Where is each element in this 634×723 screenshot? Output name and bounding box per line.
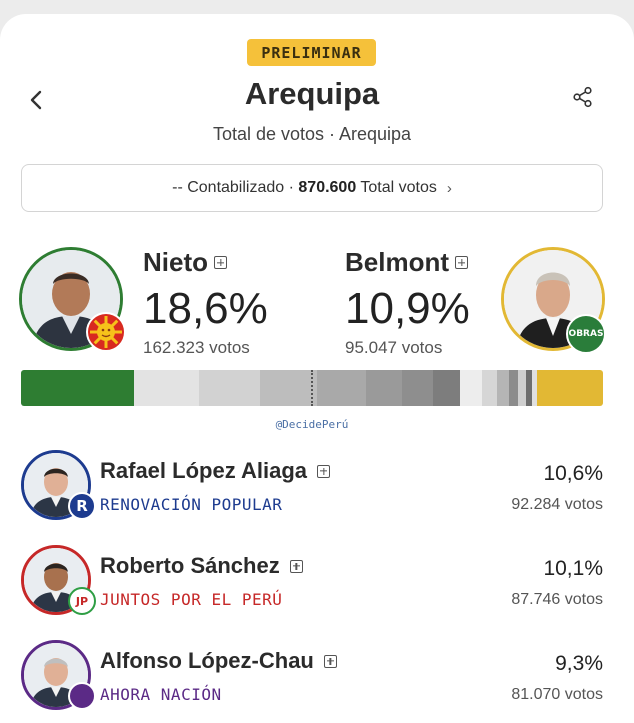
vote-bar-segment	[198, 370, 261, 406]
share-icon	[573, 86, 592, 108]
results-card	[0, 14, 634, 723]
sun-logo-icon	[86, 312, 126, 352]
party-logo	[68, 682, 96, 710]
obras-logo: OBRAS	[566, 314, 606, 354]
vote-bar-segment	[481, 370, 497, 406]
party-logo: R	[68, 492, 96, 520]
count-suffix: Total votos	[356, 179, 437, 196]
leader-name-nieto[interactable]: Nieto	[143, 247, 227, 278]
vote-bar-segment	[134, 370, 199, 406]
party-logo: JP	[68, 587, 96, 615]
candidate-party: RENOVACIÓN POPULAR	[100, 495, 283, 514]
candidate-pct: 10,1%	[543, 557, 603, 580]
watermark: @DecidePerú	[275, 418, 349, 431]
vote-bar-segment	[260, 370, 318, 406]
leader-pct-belmont: 10,9%	[345, 284, 470, 333]
preliminary-badge: PRELIMINAR	[247, 39, 376, 66]
vote-bar-segment	[460, 370, 482, 406]
candidate-votes: 81.070 votos	[511, 686, 603, 703]
chevron-right-icon: ›	[446, 179, 452, 197]
expand-icon[interactable]	[317, 464, 331, 478]
candidate-name[interactable]: Alfonso López-Chau	[100, 648, 337, 674]
candidate-name[interactable]: Roberto Sánchez	[100, 553, 303, 579]
expand-icon[interactable]	[455, 256, 468, 269]
vote-count-summary[interactable]: -- Contabilizado · 870.600 Total votos ›	[21, 164, 603, 212]
candidate-pct: 10,6%	[543, 462, 603, 485]
candidate-name[interactable]: Rafael López Aliaga	[100, 458, 331, 484]
share-button[interactable]	[572, 86, 594, 108]
vote-bar-segment	[509, 370, 519, 406]
midpoint-marker	[311, 370, 313, 406]
expand-icon[interactable]	[289, 559, 303, 573]
leader-votes-nieto: 162.323 votos	[143, 338, 250, 357]
page-subtitle: Total de votos · Arequipa	[212, 124, 412, 144]
total-votes-value: 870.600	[298, 179, 357, 196]
expand-icon[interactable]	[214, 256, 227, 269]
vote-bar-segment	[365, 370, 403, 406]
candidate-party: AHORA NACIÓN	[100, 685, 222, 704]
vote-bar-segment	[496, 370, 510, 406]
leader-pct-nieto: 18,6%	[143, 284, 268, 333]
vote-bar-segment	[402, 370, 433, 406]
vote-bar-segment	[21, 370, 135, 406]
vote-bar-segment	[317, 370, 366, 406]
candidate-votes: 92.284 votos	[511, 496, 603, 513]
count-prefix: -- Contabilizado ·	[172, 179, 299, 196]
leader-name-belmont[interactable]: Belmont	[345, 247, 468, 278]
expand-icon[interactable]	[323, 654, 337, 668]
candidate-pct: 9,3%	[555, 652, 603, 675]
candidate-party: JUNTOS POR EL PERÚ	[100, 590, 283, 609]
vote-bar-segment	[432, 370, 461, 406]
vote-bar-segment	[536, 370, 603, 406]
page-title: Arequipa	[244, 76, 380, 111]
leader-votes-belmont: 95.047 votos	[345, 338, 443, 357]
candidate-votes: 87.746 votos	[511, 591, 603, 608]
vote-bar-segment	[518, 370, 526, 406]
